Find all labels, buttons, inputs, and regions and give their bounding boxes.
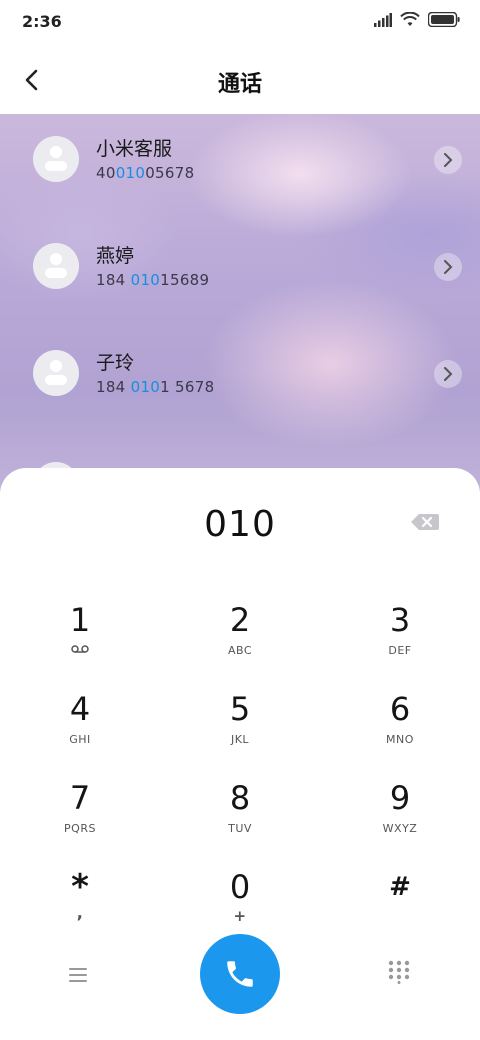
contact-number: 4001005678	[96, 164, 194, 182]
status-time: 2:36	[22, 12, 62, 31]
key-5[interactable]: 5 JKL	[160, 681, 320, 769]
chevron-right-icon	[444, 153, 453, 167]
key-digit: 9	[389, 779, 411, 817]
app-header: 通话	[0, 44, 480, 114]
contact-detail-button[interactable]	[434, 146, 462, 174]
key-digit: 3	[389, 601, 411, 639]
contact-number: 184 0101 5678	[96, 378, 214, 396]
battery-icon	[428, 12, 460, 27]
key-2[interactable]: 2 ABC	[160, 592, 320, 680]
key-letters: GHI	[69, 733, 91, 746]
avatar	[33, 243, 79, 289]
contact-name: 燕婷	[96, 245, 135, 267]
key-digit: 5	[229, 690, 251, 728]
number-suffix: 1 5678	[160, 378, 215, 396]
number-suffix: 15689	[160, 271, 210, 289]
contact-item[interactable]: 燕婷 184 01015689	[0, 221, 480, 313]
contact-item[interactable]: 小米客服 4001005678	[0, 114, 480, 206]
contact-name: 子玲	[96, 352, 135, 374]
key-4[interactable]: 4 GHI	[0, 681, 160, 769]
key-digit: #	[389, 872, 411, 902]
number-prefix: 184	[96, 271, 131, 289]
status-icons	[374, 12, 460, 27]
contact-name: 小米客服	[96, 138, 173, 160]
number-prefix: 40	[96, 164, 116, 182]
avatar	[33, 350, 79, 396]
phone-icon	[227, 961, 253, 987]
key-9[interactable]: 9 WXYZ	[320, 770, 480, 858]
key-letters: WXYZ	[382, 822, 418, 835]
contact-detail-button[interactable]	[434, 253, 462, 281]
key-digit: 1	[69, 601, 91, 639]
key-letters: ABC	[227, 644, 253, 657]
chevron-right-icon	[444, 367, 453, 381]
key-letters: MNO	[386, 733, 414, 746]
contact-detail-button[interactable]	[434, 360, 462, 388]
key-digit: 6	[389, 690, 411, 728]
key-letters: PQRS	[64, 822, 96, 835]
key-7[interactable]: 7 PQRS	[0, 770, 160, 858]
backspace-button[interactable]	[410, 512, 444, 536]
status-bar: 2:36	[0, 0, 480, 44]
dialed-number-display[interactable]: 010	[0, 504, 480, 545]
menu-button[interactable]	[60, 962, 96, 988]
key-letters: ,	[76, 903, 84, 922]
dialer-actions	[0, 932, 480, 1016]
number-prefix: 184	[96, 378, 131, 396]
page-title: 通话	[217, 72, 262, 97]
key-digit: 0	[229, 868, 251, 906]
key-8[interactable]: 8 TUV	[160, 770, 320, 858]
key-letters: DEF	[388, 644, 412, 657]
avatar	[33, 136, 79, 182]
contact-item[interactable]: 子玲 184 0101 5678	[0, 328, 480, 420]
number-match: 010	[130, 378, 161, 396]
key-letters: TUV	[228, 822, 252, 835]
voicemail-icon	[0, 644, 160, 658]
signal-icon	[374, 12, 392, 27]
key-digit: 2	[229, 601, 251, 639]
number-match: 010	[115, 164, 146, 182]
call-button[interactable]	[200, 934, 280, 1014]
key-digit: 7	[69, 779, 91, 817]
number-match: 010	[130, 271, 161, 289]
key-3[interactable]: 3 DEF	[320, 592, 480, 680]
contact-number: 184 01015689	[96, 271, 209, 289]
key-6[interactable]: 6 MNO	[320, 681, 480, 769]
menu-icon	[69, 968, 87, 982]
dialpad-toggle-button[interactable]	[388, 960, 416, 988]
key-letters: JKL	[230, 733, 250, 746]
backspace-icon	[411, 514, 439, 530]
dialpad-icon	[388, 960, 410, 984]
key-digit: *	[71, 867, 89, 907]
key-digit: 8	[229, 779, 251, 817]
key-letters: +	[233, 907, 247, 925]
wifi-icon	[400, 12, 420, 26]
key-1[interactable]: 1	[0, 592, 160, 680]
key-digit: 4	[69, 690, 91, 728]
chevron-right-icon	[444, 260, 453, 274]
number-suffix: 05678	[145, 164, 195, 182]
